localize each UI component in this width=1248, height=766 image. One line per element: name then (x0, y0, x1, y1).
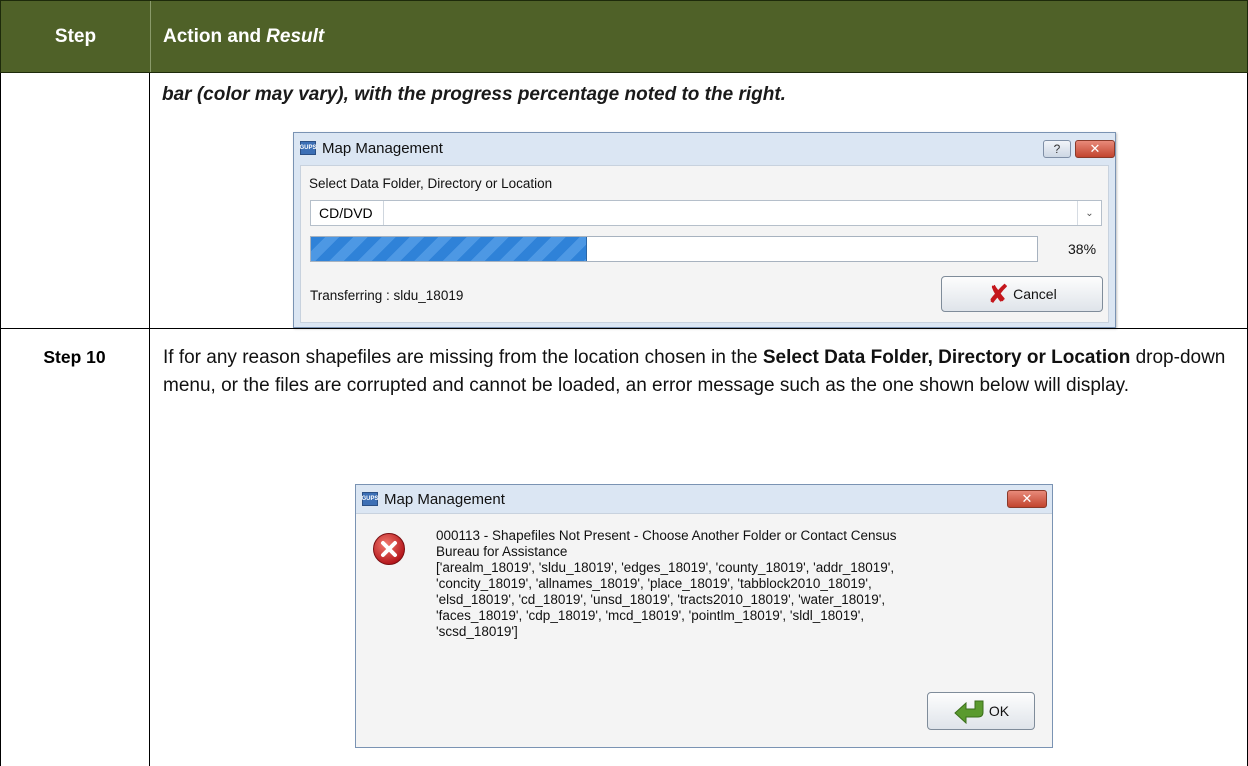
error-line: 'concity_18019', 'allnames_18019', 'plac… (436, 576, 872, 591)
cancel-x-icon: ✘ (987, 279, 1010, 309)
ok-button[interactable]: OK (927, 692, 1035, 730)
error-line: Bureau for Assistance (436, 544, 568, 559)
map-management-progress-dialog: GUPS Map Management ? ✕ Select Data Fold… (293, 132, 1116, 328)
table-border-left (0, 73, 1, 766)
select-location-label: Select Data Folder, Directory or Locatio… (309, 176, 553, 191)
step-10-bold-menu-name: Select Data Folder, Directory or Locatio… (762, 347, 1131, 368)
error-dialog-titlebar: GUPS Map Management (356, 485, 1052, 513)
error-line: 'faces_18019', 'cdp_18019', 'mcd_18019',… (436, 608, 865, 623)
transfer-progress-bar (310, 236, 1038, 262)
error-line: ['arealm_18019', 'sldu_18019', 'edges_18… (436, 560, 895, 575)
step-10-label: Step 10 (43, 347, 106, 367)
error-dialog-title: Map Management (384, 490, 505, 508)
close-button[interactable]: ✕ (1075, 140, 1115, 158)
dialog-titlebar: GUPS Map Management (294, 133, 1115, 163)
cancel-button-label: Cancel (1013, 286, 1057, 302)
error-line: 000113 - Shapefiles Not Present - Choose… (436, 528, 897, 543)
step-10-text-part1: If for any reason shapefiles are missing… (163, 347, 763, 368)
error-line: 'elsd_18019', 'cd_18019', 'unsd_18019', … (436, 592, 886, 607)
error-close-button[interactable]: ✕ (1007, 490, 1047, 508)
map-management-error-dialog: GUPS Map Management ✕ 000113 - Shapefile… (355, 484, 1053, 748)
column-divider (149, 73, 150, 766)
ok-button-label: OK (988, 703, 1010, 719)
continued-result-text: bar (color may vary), with the progress … (162, 84, 786, 105)
step-10-description: If for any reason shapefiles are missing… (163, 344, 1238, 400)
header-result-label: Result (266, 25, 325, 47)
location-dropdown[interactable]: CD/DVD ⌄ (310, 200, 1102, 226)
app-logo-icon: GUPS (362, 492, 379, 506)
cancel-button[interactable]: ✘ Cancel (941, 276, 1103, 312)
progress-percent: 38% (1068, 241, 1097, 257)
error-message: 000113 - Shapefiles Not Present - Choose… (436, 528, 1036, 640)
dialog-body: Select Data Folder, Directory or Locatio… (300, 165, 1109, 323)
progress-fill (311, 237, 587, 261)
error-icon (373, 533, 405, 565)
table-header: Step Action and Result (0, 0, 1248, 73)
location-dropdown-value: CD/DVD (319, 201, 384, 225)
row-divider (0, 328, 1248, 329)
dialog-title: Map Management (322, 139, 443, 157)
header-action-label: Action and (163, 25, 262, 47)
header-action: Action and Result (150, 1, 1247, 72)
help-button[interactable]: ? (1043, 140, 1071, 158)
error-dialog-body: 000113 - Shapefiles Not Present - Choose… (356, 513, 1052, 747)
error-line: 'scsd_18019'] (436, 624, 518, 639)
transfer-status-text: Transferring : sldu_18019 (310, 288, 464, 303)
app-logo-icon: GUPS (300, 141, 317, 155)
header-step: Step (54, 25, 97, 47)
green-arrow-icon (954, 700, 984, 724)
chevron-down-icon[interactable]: ⌄ (1077, 201, 1101, 225)
step-table: Step Action and Result bar (color may va… (0, 0, 1248, 766)
